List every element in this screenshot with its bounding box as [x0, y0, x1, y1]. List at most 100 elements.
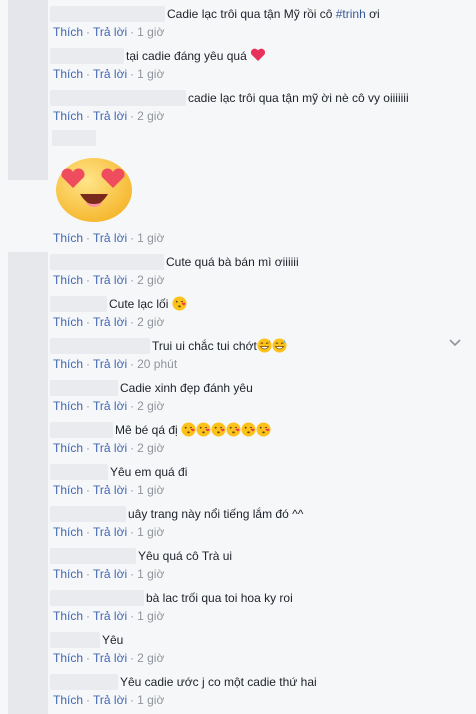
commenter-name[interactable]: [50, 590, 144, 606]
comment-text: Mê bé qá đị: [115, 422, 271, 438]
comment-actions: Thích · Trả lời · 1 giờ: [53, 525, 165, 539]
comment-time[interactable]: 2 giờ: [137, 273, 164, 287]
like-button[interactable]: Thích: [53, 399, 83, 413]
comment-time[interactable]: 1 giờ: [137, 483, 164, 497]
grinning-sweat-icon: [272, 338, 287, 353]
comment-text: Cute lạc lối: [109, 296, 187, 312]
commenter-name[interactable]: [50, 380, 118, 396]
comment-actions: Thích · Trả lời · 1 giờ: [53, 483, 165, 497]
like-button[interactable]: Thích: [53, 25, 83, 39]
reply-button[interactable]: Trả lời: [93, 25, 127, 39]
comment-text: Yêu cadie ước j co một cadie thứ hai: [120, 675, 317, 689]
commenter-name[interactable]: [50, 6, 165, 22]
commenter-name[interactable]: [50, 422, 113, 438]
kissing-face-icon: [226, 422, 241, 437]
reply-button[interactable]: Trả lời: [93, 567, 127, 581]
reply-button[interactable]: Trả lời: [93, 357, 127, 371]
like-button[interactable]: Thích: [53, 441, 83, 455]
reply-button[interactable]: Trả lời: [93, 693, 127, 707]
commenter-name[interactable]: [50, 632, 100, 648]
comment-time[interactable]: 1 giờ: [137, 567, 164, 581]
comment-time[interactable]: 2 giờ: [137, 315, 164, 329]
list-item: Mê bé qá đị Thích · Trả lời · 2 giờ: [50, 422, 466, 456]
comment-actions: Thích · Trả lời · 1 giờ: [53, 609, 165, 623]
avatar[interactable]: [8, 252, 48, 714]
commenter-name[interactable]: [52, 130, 96, 146]
commenter-name[interactable]: [50, 48, 124, 64]
comment-text: uây trang này nổi tiếng lắm đó ^^: [128, 507, 304, 521]
reply-button[interactable]: Trả lời: [93, 231, 127, 245]
list-item: Cute quá bà bán mì ơiiiiii Thích · Trả lời…: [50, 254, 466, 288]
reply-button[interactable]: Trả lời: [93, 109, 127, 123]
comment-actions: Thích · Trả lời · 2 giờ: [53, 399, 165, 413]
heart-emoji-icon: [251, 48, 266, 61]
comment-actions: Thích · Trả lời · 2 giờ: [53, 273, 165, 287]
comment-time[interactable]: 2 giờ: [137, 441, 164, 455]
comment-time[interactable]: 1 giờ: [137, 67, 164, 81]
comment-time[interactable]: 1 giờ: [137, 231, 164, 245]
chevron-down-icon[interactable]: [448, 338, 462, 348]
reply-button[interactable]: Trả lời: [93, 441, 127, 455]
commenter-name[interactable]: [50, 90, 186, 106]
comment-text: bà lac trối qua toi hoa ky roi: [146, 591, 293, 605]
list-item: Yêu cadie ước j co một cadie thứ hai Thí…: [50, 674, 466, 708]
comment-actions: Thích · Trả lời · 2 giờ: [53, 315, 165, 329]
comment-time[interactable]: 1 giờ: [137, 25, 164, 39]
comment-actions: Thích · Trả lời · 1 giờ: [53, 693, 165, 707]
list-item: Cadie lạc trôi qua tận Mỹ rồi cô #trinh …: [50, 6, 466, 40]
reply-button[interactable]: Trả lời: [93, 273, 127, 287]
list-item: tại cadie đáng yêu quá Thích · Trả lời · 1 g…: [50, 48, 466, 82]
like-button[interactable]: Thích: [53, 231, 83, 245]
comment-time[interactable]: 1 giờ: [137, 609, 164, 623]
comment-time[interactable]: 1 giờ: [137, 693, 164, 707]
comment-actions: Thích · Trả lời · 1 giờ: [53, 25, 165, 39]
comment-text: Trui ui chắc tui chớt: [152, 338, 287, 354]
list-item: Yêu Thích · Trả lời · 2 giờ: [50, 632, 466, 666]
kissing-face-icon: [241, 422, 256, 437]
comment-text: tại cadie đáng yêu quá: [126, 48, 266, 64]
list-item: Yêu quá cô Trà ui Thích · Trả lời · 1 giờ: [50, 548, 466, 582]
like-button[interactable]: Thích: [53, 567, 83, 581]
commenter-name[interactable]: [50, 464, 108, 480]
kissing-face-icon: [256, 422, 271, 437]
comment-actions: Thích · Trả lời · 2 giờ: [53, 109, 165, 123]
comment-time[interactable]: 1 giờ: [137, 525, 164, 539]
comment-text: Cadie lạc trôi qua tận Mỹ rồi cô #trinh …: [167, 7, 380, 21]
kissing-face-icon: [211, 422, 226, 437]
like-button[interactable]: Thích: [53, 109, 83, 123]
commenter-name[interactable]: [50, 506, 126, 522]
like-button[interactable]: Thích: [53, 651, 83, 665]
reply-button[interactable]: Trả lời: [93, 609, 127, 623]
like-button[interactable]: Thích: [53, 693, 83, 707]
comment-time[interactable]: 2 giờ: [137, 109, 164, 123]
hashtag-link[interactable]: #trinh: [336, 7, 366, 21]
reply-button[interactable]: Trả lời: [93, 67, 127, 81]
like-button[interactable]: Thích: [53, 609, 83, 623]
reply-button[interactable]: Trả lời: [93, 399, 127, 413]
like-button[interactable]: Thích: [53, 483, 83, 497]
like-button[interactable]: Thích: [53, 315, 83, 329]
comment-actions: Thích · Trả lời · 1 giờ: [53, 67, 165, 81]
reply-button[interactable]: Trả lời: [93, 525, 127, 539]
comment-time[interactable]: 2 giờ: [137, 651, 164, 665]
comment-actions: Thích · Trả lời · 2 giờ: [53, 651, 165, 665]
avatar[interactable]: [8, 0, 48, 180]
like-button[interactable]: Thích: [53, 357, 83, 371]
comment-time[interactable]: 2 giờ: [137, 399, 164, 413]
commenter-name[interactable]: [50, 674, 118, 690]
like-button[interactable]: Thích: [53, 67, 83, 81]
comment-actions: Thích · Trả lời · 1 giờ: [53, 231, 165, 245]
comment-time[interactable]: 20 phút: [137, 357, 177, 371]
reply-button[interactable]: Trả lời: [93, 483, 127, 497]
commenter-name[interactable]: [50, 338, 150, 354]
like-button[interactable]: Thích: [53, 273, 83, 287]
commenter-name[interactable]: [50, 254, 164, 270]
commenter-name[interactable]: [50, 296, 107, 312]
commenter-name[interactable]: [50, 548, 136, 564]
like-button[interactable]: Thích: [53, 525, 83, 539]
reply-button[interactable]: Trả lời: [93, 651, 127, 665]
kissing-face-icon: [172, 296, 187, 311]
reply-button[interactable]: Trả lời: [93, 315, 127, 329]
comment-actions: Thích · Trả lời · 1 giờ: [53, 567, 165, 581]
kissing-face-icon: [181, 422, 196, 437]
